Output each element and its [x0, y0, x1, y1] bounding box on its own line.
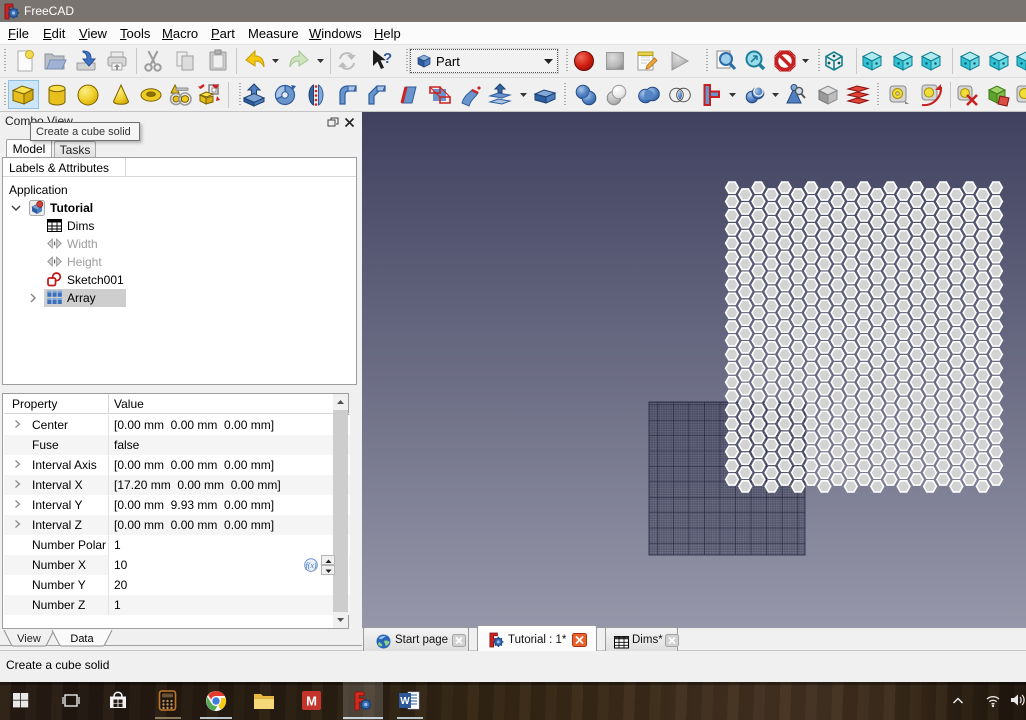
svg-text:?: ?: [383, 50, 392, 67]
svg-text:View: View: [17, 633, 41, 645]
svg-text:W: W: [400, 696, 410, 707]
svg-text:M: M: [306, 694, 317, 709]
svg-text:f(x): f(x): [305, 561, 316, 570]
svg-text:Data: Data: [70, 633, 94, 645]
